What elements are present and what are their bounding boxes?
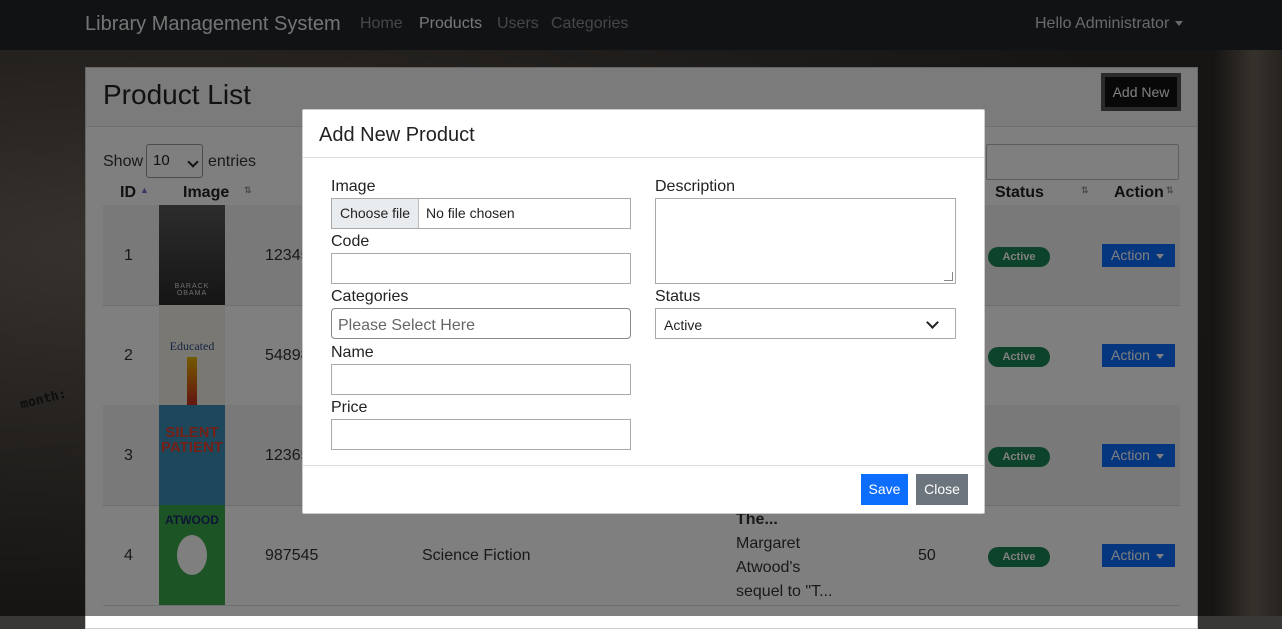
choose-file-button[interactable]: Choose file: [332, 199, 419, 228]
resize-handle-icon[interactable]: [944, 272, 953, 281]
name-label: Name: [331, 344, 374, 361]
add-product-modal: Add New Product Image Choose file No fil…: [302, 109, 985, 514]
categories-select[interactable]: Please Select Here: [331, 308, 631, 339]
categories-placeholder: Please Select Here: [338, 317, 475, 334]
modal-footer-divider: [303, 465, 984, 466]
code-label: Code: [331, 233, 370, 250]
chevron-down-icon: [926, 316, 939, 329]
description-label: Description: [655, 178, 736, 195]
status-label: Status: [655, 288, 701, 305]
modal-title: Add New Product: [319, 124, 475, 146]
image-file-input[interactable]: Choose file No file chosen: [331, 198, 631, 229]
description-textarea[interactable]: [655, 198, 956, 284]
price-input[interactable]: [331, 419, 631, 450]
save-button[interactable]: Save: [861, 474, 908, 505]
name-input[interactable]: [331, 364, 631, 395]
price-label: Price: [331, 399, 368, 416]
file-status: No file chosen: [426, 205, 515, 221]
close-button[interactable]: Close: [916, 474, 968, 505]
categories-label: Categories: [331, 288, 409, 305]
status-value: Active: [664, 317, 703, 333]
status-select[interactable]: Active: [655, 308, 956, 339]
code-input[interactable]: [331, 253, 631, 284]
modal-header: Add New Product: [303, 110, 984, 158]
image-label: Image: [331, 178, 376, 195]
